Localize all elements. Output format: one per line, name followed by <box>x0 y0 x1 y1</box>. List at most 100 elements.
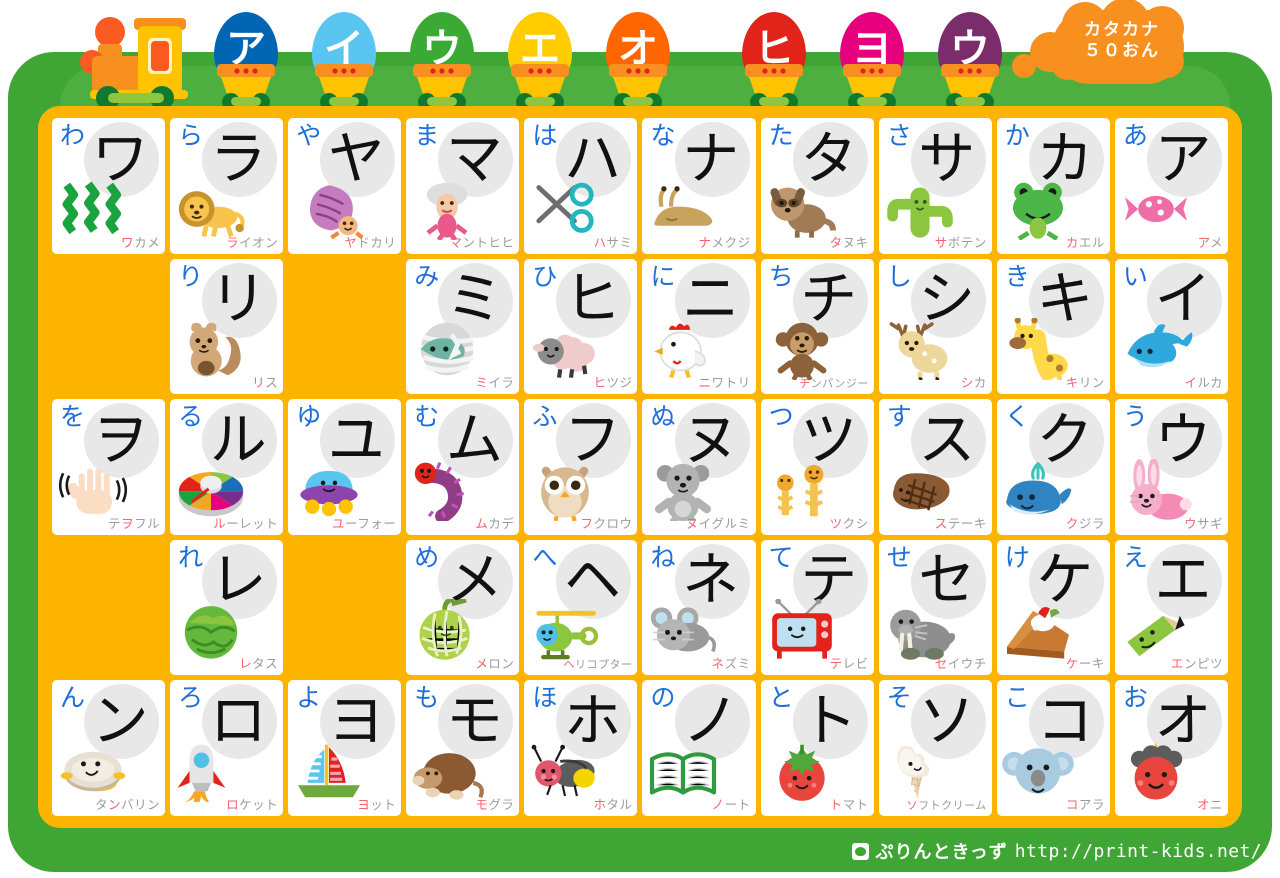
kana-cell-ネ[interactable]: ねネネズミ <box>642 539 756 676</box>
example-word-label: アメ <box>1197 234 1223 250</box>
rabbit-icon <box>1119 458 1193 521</box>
cloud-caption: カタカナ ５０おん <box>1062 20 1182 63</box>
kana-cell-チ[interactable]: ちチチンパンジー <box>760 258 874 395</box>
kana-cell-メ[interactable]: めメメロン <box>406 539 520 676</box>
cloud-caption-line1: カタカナ <box>1084 20 1160 40</box>
kana-cell-サ[interactable]: さササボテン <box>878 118 992 254</box>
mandrill-icon <box>410 178 484 240</box>
cactus-icon <box>883 178 957 240</box>
kana-cell-カ[interactable]: かカカエル <box>996 118 1110 254</box>
example-word-label: ナメクジ <box>698 234 751 250</box>
train-header: アイウエオヒヨウ カタカナ ５０おん <box>0 0 1280 116</box>
train-cart-8 <box>939 64 1001 111</box>
kana-cell-ケ[interactable]: けケケーキ <box>996 539 1110 676</box>
example-word-label: ヌイグルミ <box>685 515 751 531</box>
kana-cell-ヲ[interactable]: をヲテヲフル <box>52 399 166 535</box>
hiragana-label: あ <box>1122 121 1148 150</box>
kana-cell-エ[interactable]: えエエンピツ <box>1114 539 1228 676</box>
kana-cell-ナ[interactable]: なナナメクジ <box>642 118 756 254</box>
melon-icon <box>410 599 484 661</box>
kana-cell-フ[interactable]: ふフフクロウ <box>524 399 638 535</box>
mummy-icon <box>410 318 484 380</box>
kana-cell-ミ[interactable]: みミミイラ <box>406 258 520 395</box>
hiragana-label: ひ <box>532 261 558 291</box>
kana-cell-ユ[interactable]: ゆユユーフォー <box>288 399 402 535</box>
example-word-label: クジラ <box>1065 515 1105 531</box>
kana-cell-モ[interactable]: もモモグラ <box>406 680 520 816</box>
kana-cell-ヒ[interactable]: ひヒヒツジ <box>524 258 638 395</box>
example-word-label: マントヒヒ <box>449 234 515 250</box>
chicken-icon <box>646 318 720 380</box>
kana-cell-セ[interactable]: せセセイウチ <box>878 539 992 676</box>
centipede-icon <box>410 459 484 521</box>
hiragana-label: ら <box>178 121 204 150</box>
katakana-grid: わワワカメらラライオンやヤヤドカリまママントヒヒはハハサミなナナメクジたタタヌキ… <box>52 118 1228 816</box>
hiragana-label: ふ <box>532 402 558 432</box>
example-word-label: キリン <box>1065 375 1105 391</box>
kana-cell-オ[interactable]: おオオニ <box>1114 680 1228 816</box>
kana-cell-ン[interactable]: んンタンバリン <box>52 680 166 816</box>
hiragana-label: ね <box>650 542 676 572</box>
kana-cell-empty <box>52 540 165 676</box>
kana-cell-ヨ[interactable]: よヨヨット <box>288 680 402 816</box>
cloud-caption-line2: ５０おん <box>1084 41 1160 62</box>
kana-cell-タ[interactable]: たタタヌキ <box>760 118 874 254</box>
stuffed-bear-icon <box>646 459 720 521</box>
kana-cell-ヤ[interactable]: やヤヤドカリ <box>288 118 402 254</box>
kana-cell-ヌ[interactable]: ぬヌヌイグルミ <box>642 399 756 535</box>
kana-cell-コ[interactable]: こココアラ <box>996 680 1110 816</box>
kana-cell-ハ[interactable]: はハハサミ <box>524 118 638 254</box>
kana-cell-ス[interactable]: すスステーキ <box>878 399 992 535</box>
kana-cell-ニ[interactable]: にニニワトリ <box>642 258 756 395</box>
kana-cell-ラ[interactable]: らラライオン <box>170 118 284 254</box>
example-word-label: タンバリン <box>95 797 161 812</box>
mouse-icon <box>646 599 720 661</box>
kana-cell-マ[interactable]: まママントヒヒ <box>406 118 520 254</box>
example-word-label: カエル <box>1065 234 1105 250</box>
sheep-icon <box>528 318 602 380</box>
kana-cell-ホ[interactable]: ほホホタル <box>524 680 638 816</box>
train-cart-7 <box>841 64 903 111</box>
hiragana-label: か <box>1004 121 1030 150</box>
kana-cell-リ[interactable]: りリリス <box>170 258 284 395</box>
kana-cell-イ[interactable]: いイイルカ <box>1114 258 1228 395</box>
example-word-label: セイウチ <box>934 656 987 672</box>
example-word-label: リス <box>252 375 279 391</box>
example-word-label: オニ <box>1196 797 1223 812</box>
hiragana-label: ん <box>60 683 86 713</box>
site-url[interactable]: http://print-kids.net/ <box>1015 841 1262 862</box>
example-word-label: レタス <box>239 656 279 672</box>
kana-cell-シ[interactable]: しシシカ <box>878 258 992 395</box>
tomato-icon <box>765 740 839 802</box>
kana-cell-ワ[interactable]: わワワカメ <box>52 118 166 254</box>
kana-cell-ウ[interactable]: うウウサギ <box>1114 399 1228 535</box>
roulette-icon <box>174 459 248 521</box>
kana-cell-キ[interactable]: きキキリン <box>996 258 1110 395</box>
train-cart-2 <box>313 64 375 111</box>
kana-cell-ト[interactable]: とトトマト <box>760 680 874 816</box>
kana-cell-ヘ[interactable]: へヘヘリコプター <box>524 539 638 676</box>
train-cart-1 <box>215 64 277 111</box>
example-word-label: タヌキ <box>829 234 869 250</box>
hiragana-label: ち <box>768 261 794 291</box>
kana-cell-ノ[interactable]: のノノート <box>642 680 756 816</box>
kana-cell-ソ[interactable]: そソソフトクリーム <box>878 680 992 816</box>
example-word-label: コアラ <box>1065 797 1105 812</box>
example-word-label: チンパンジー <box>799 377 869 391</box>
hermit-crab-icon <box>292 178 366 240</box>
hiragana-label: ま <box>414 121 440 150</box>
walrus-icon <box>883 599 957 661</box>
kana-cell-empty <box>288 259 401 395</box>
kana-cell-レ[interactable]: れレレタス <box>170 539 284 676</box>
train-cart-6 <box>743 64 805 111</box>
kana-cell-ム[interactable]: むムムカデ <box>406 399 520 535</box>
kana-cell-ツ[interactable]: つツツクシ <box>760 399 874 535</box>
example-word-label: ヨット <box>357 797 397 812</box>
kana-cell-ロ[interactable]: ろロロケット <box>170 680 284 816</box>
train-cart-4 <box>509 64 571 111</box>
kana-cell-テ[interactable]: てテテレビ <box>760 539 874 676</box>
hiragana-label: う <box>1122 402 1148 432</box>
kana-cell-ア[interactable]: あアアメ <box>1114 118 1228 254</box>
kana-cell-ク[interactable]: くククジラ <box>996 399 1110 535</box>
kana-cell-ル[interactable]: るルルーレット <box>170 399 284 535</box>
